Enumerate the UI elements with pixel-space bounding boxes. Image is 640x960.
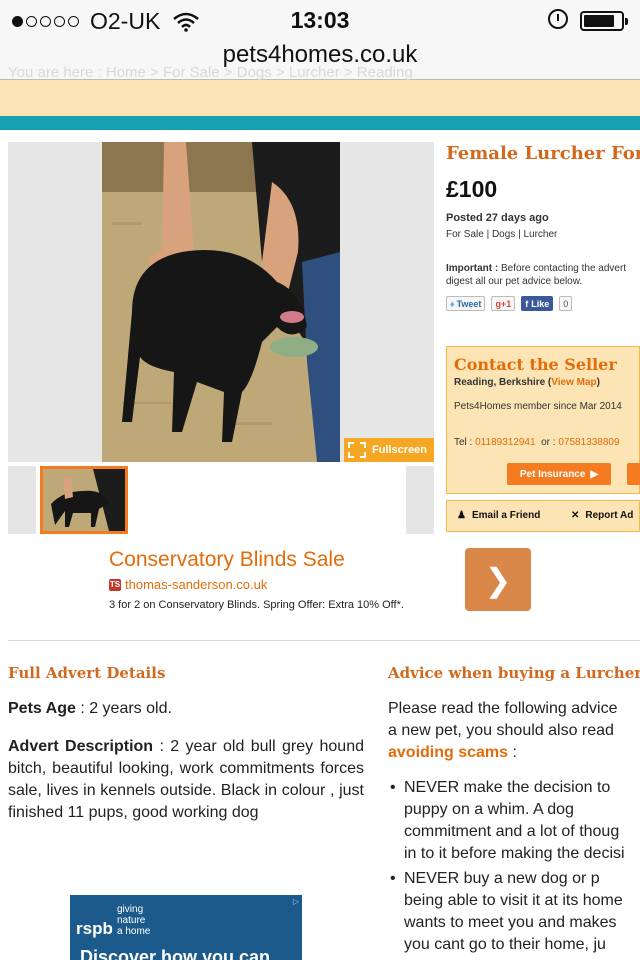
page: O2-UK 13:03 pets4homes.co.uk You are her… (0, 0, 640, 960)
phone-link-2[interactable]: 07581338809 (558, 437, 619, 448)
bullet-2-line: NEVER buy a new dog or p (404, 870, 600, 887)
advice-intro: Please read the following advice a new p… (388, 698, 640, 764)
avoiding-scams-link[interactable]: avoiding scams (388, 744, 508, 761)
seller-location: Reading, Berkshire (View Map) (454, 377, 600, 388)
email-friend-button[interactable]: ♟ Email a Friend (457, 510, 540, 521)
advice-bullet-1: • NEVER make the decision to puppy on a … (388, 777, 640, 867)
pets-age-value: : 2 years old. (75, 700, 172, 717)
advert-description-label: Advert Description (8, 738, 154, 755)
advice-line-1: Please read the following advice (388, 700, 618, 717)
pet-insurance-button[interactable]: Pet Insurance ▶ (507, 463, 611, 485)
location-text: Reading, Berkshire (454, 377, 546, 388)
ad-title-link[interactable]: Conservatory Blinds Sale (109, 548, 345, 572)
listing-title: Female Lurcher For (446, 143, 640, 164)
member-since: Pets4Homes member since Mar 2014 (454, 401, 622, 412)
thumb-prev-button[interactable] (8, 466, 36, 534)
important-label: Important : (446, 263, 499, 274)
bullet-1-line: in to it before making the decisi (404, 845, 625, 862)
hammer-icon: ✕ (571, 510, 580, 521)
chevron-right-icon: ❯ (484, 561, 512, 598)
dog-photo[interactable] (102, 142, 340, 462)
bullet-2-line: being able to visit it at its home (404, 892, 623, 909)
facebook-icon: f (525, 298, 529, 309)
advice-colon: : (508, 744, 517, 761)
tweet-button[interactable]: ♦ Tweet (446, 296, 486, 311)
bullet-1-line: NEVER make the decision to (404, 779, 611, 796)
rspb-tagline-line: a home (117, 926, 151, 937)
ad-domain-text: thomas-sanderson.co.uk (125, 577, 268, 592)
rspb-tagline: giving nature a home (117, 904, 150, 937)
rspb-headline: Discover how you can (80, 947, 271, 960)
important-notice: Important : Before contacting the advert… (446, 262, 640, 288)
main-photo-frame[interactable] (8, 142, 434, 462)
rspb-logo: rspb (76, 919, 113, 938)
tweet-label: Tweet (456, 298, 482, 309)
dog-photo-image (102, 142, 340, 462)
battery-icon (580, 11, 628, 31)
thumb-next-button[interactable] (406, 466, 434, 534)
important-text: Before contacting the advert (498, 263, 627, 274)
seller-actions-bar: ♟ Email a Friend ✕ Report Ad (446, 500, 640, 532)
ad-domain[interactable]: TS thomas-sanderson.co.uk (109, 577, 267, 592)
bullet-dot: • (390, 870, 396, 887)
advert-description: Advert Description : 2 year old bull gre… (8, 736, 364, 824)
bullet-2-line: you cant go to their home, ju (404, 936, 606, 953)
category-path: For Sale | Dogs | Lurcher (446, 229, 558, 240)
rspb-ad-banner[interactable]: rspb giving nature a home ▷ Discover how… (70, 895, 302, 960)
bullet-2-line: wants to meet you and makes (404, 914, 617, 931)
like-label: Like (531, 298, 550, 309)
play-arrow-icon: ▶ (590, 468, 599, 480)
view-map-link[interactable]: View Map (551, 377, 596, 388)
listing-price: £100 (446, 176, 498, 202)
social-buttons: ♦ Tweet g+1 f Like 0 (446, 296, 573, 311)
gplus-button[interactable]: g+1 (491, 296, 516, 311)
report-ad-button[interactable]: ✕ Report Ad (571, 510, 633, 521)
pet-insurance-label: Pet Insurance (519, 468, 586, 480)
pets-age: Pets Age : 2 years old. (8, 698, 364, 720)
status-bar: O2-UK 13:03 (0, 0, 640, 40)
seller-phone: Tel : 01189312941 or : 07581338809 (454, 437, 620, 448)
fullscreen-icon (348, 442, 366, 458)
nav-bar (0, 116, 640, 130)
advice-bullet-2: • NEVER buy a new dog or p being able to… (388, 868, 640, 960)
contact-seller-panel: Contact the Seller Reading, Berkshire (V… (446, 346, 640, 494)
secondary-orange-button[interactable] (627, 463, 640, 485)
advertiser-icon: TS (109, 578, 121, 591)
pets-age-label: Pets Age (8, 700, 76, 717)
facebook-like-button[interactable]: f Like (521, 296, 554, 311)
bullet-1-line: commitment and a lot of thoug (404, 823, 620, 840)
advice-line-2: a new pet, you should also read (388, 722, 614, 739)
person-icon: ♟ (457, 510, 466, 521)
clock: 13:03 (290, 7, 350, 33)
header-banner (0, 80, 640, 116)
breadcrumb: You are here : Home > For Sale > Dogs > … (8, 64, 413, 81)
fullscreen-button[interactable]: Fullscreen (344, 438, 434, 462)
adchoices-icon[interactable]: ▷ (293, 897, 299, 906)
like-count: 0 (559, 296, 573, 311)
posted-date: Posted 27 days ago (446, 212, 549, 224)
full-advert-details-title: Full Advert Details (8, 664, 166, 682)
thumbnail-selected[interactable] (40, 466, 128, 534)
ad-description: 3 for 2 on Conservatory Blinds. Spring O… (109, 599, 404, 611)
fullscreen-label: Fullscreen (372, 444, 428, 456)
thumbnail-image (43, 469, 125, 531)
email-friend-label: Email a Friend (471, 510, 541, 521)
bullet-1-line: puppy on a whim. A dog (404, 801, 574, 818)
bullet-dot: • (390, 779, 396, 796)
ad-arrow-button[interactable]: ❯ (465, 548, 531, 611)
important-text-2: digest all our pet advice below. (446, 276, 583, 287)
contact-seller-title: Contact the Seller (454, 355, 617, 374)
rspb-tagline-line: giving (117, 904, 144, 915)
rspb-tagline-line: nature (117, 915, 146, 926)
alarm-icon (548, 9, 568, 29)
or-label: or : (541, 437, 556, 448)
phone-link-1[interactable]: 01189312941 (475, 437, 535, 448)
tel-label: Tel : (454, 437, 473, 448)
advice-title: Advice when buying a Lurcher (388, 664, 640, 682)
thumbnail-strip (8, 466, 434, 534)
divider (8, 640, 640, 641)
report-ad-label: Report Ad (585, 510, 634, 521)
twitter-icon: ♦ (450, 298, 455, 309)
